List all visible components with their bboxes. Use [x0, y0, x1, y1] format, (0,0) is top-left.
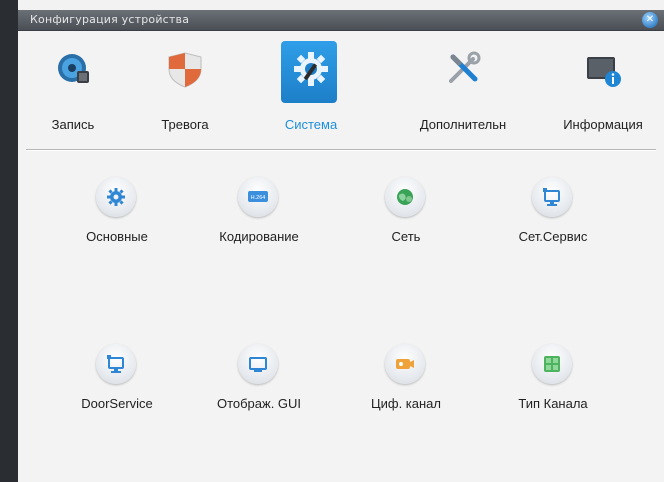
item-label: Сет.Сервис: [518, 229, 588, 244]
alarm-shield-icon: [165, 49, 205, 89]
h264-icon: H.264: [238, 177, 278, 217]
tab-alarm[interactable]: Тревога: [130, 43, 240, 143]
left-edge-panel: [0, 0, 18, 482]
close-icon: ✕: [645, 14, 655, 25]
content-area: Запись Тревога Система Дополнительн Инфо…: [18, 31, 664, 482]
h264-icon-text: H.264: [251, 195, 266, 201]
display-gui-icon: [238, 344, 278, 384]
item-network[interactable]: Сеть: [341, 177, 471, 267]
tab-label: Система: [284, 117, 338, 132]
digital-channel-camera-icon: [385, 344, 425, 384]
tools-icon: [443, 49, 483, 89]
device-config-window: Конфигурация устройства ✕ Запись Тревога…: [0, 0, 664, 482]
tab-info[interactable]: Информация: [548, 43, 658, 143]
window-title: Конфигурация устройства: [30, 13, 190, 26]
gear-icon: [96, 177, 136, 217]
network-globe-icon: [385, 177, 425, 217]
tab-label: Информация: [563, 117, 643, 132]
item-label: Тип Канала: [518, 396, 588, 411]
tabs-divider: [26, 149, 656, 150]
item-general[interactable]: Основные: [52, 177, 182, 267]
tab-advanced[interactable]: Дополнительн: [408, 43, 518, 143]
network-service-icon: [532, 177, 572, 217]
item-door-service[interactable]: DoorService: [52, 344, 182, 434]
item-encoding[interactable]: H.264 Кодирование: [194, 177, 324, 267]
main-tabs: Запись Тревога Система Дополнительн Инфо…: [18, 31, 664, 145]
tab-label: Тревога: [161, 117, 209, 132]
item-digital-channel[interactable]: Циф. канал: [341, 344, 471, 434]
info-monitor-icon: [583, 49, 623, 89]
channel-type-icon: [532, 344, 572, 384]
tab-label: Запись: [51, 117, 95, 132]
item-label: Кодирование: [219, 229, 299, 244]
title-bar: Конфигурация устройства ✕: [18, 10, 664, 31]
item-label: Основные: [86, 229, 148, 244]
item-display-gui[interactable]: Отображ. GUI: [194, 344, 324, 434]
door-service-icon: [96, 344, 136, 384]
item-label: DoorService: [81, 396, 153, 411]
item-label: Сеть: [391, 229, 421, 244]
item-label: Отображ. GUI: [216, 396, 302, 411]
tab-label: Дополнительн: [419, 117, 507, 132]
item-net-service[interactable]: Сет.Сервис: [488, 177, 618, 267]
tab-record[interactable]: Запись: [18, 43, 128, 143]
item-label: Циф. канал: [371, 396, 441, 411]
system-gear-icon: [291, 49, 331, 89]
record-disk-icon: [53, 49, 93, 89]
tab-system[interactable]: Система: [256, 41, 366, 143]
close-button[interactable]: ✕: [642, 12, 658, 28]
item-channel-type[interactable]: Тип Канала: [488, 344, 618, 434]
